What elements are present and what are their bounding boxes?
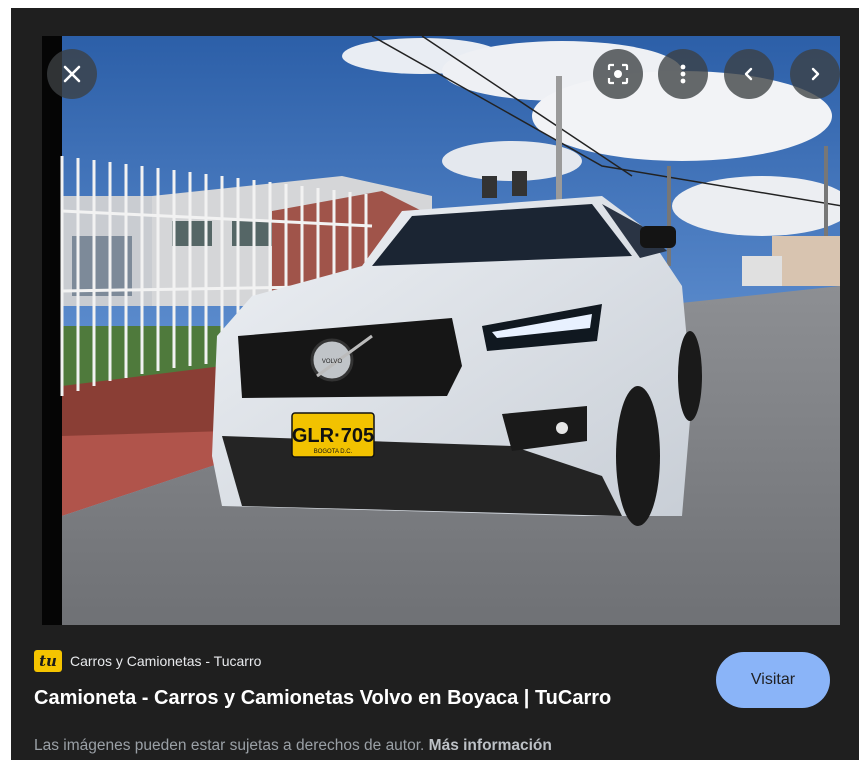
previous-image-button[interactable] xyxy=(724,49,774,99)
more-vert-icon xyxy=(680,64,686,84)
more-options-button[interactable] xyxy=(658,49,708,99)
chevron-left-icon xyxy=(744,67,753,81)
license-plate-city: BOGOTA D.C. xyxy=(314,449,353,455)
close-button[interactable] xyxy=(47,49,97,99)
car-photo: GLR·705 BOGOTA D.C. VOLVO xyxy=(42,36,840,625)
close-icon xyxy=(63,65,81,83)
copyright-text: Las imágenes pueden estar sujetas a dere… xyxy=(34,737,425,754)
license-plate-text: GLR·705 xyxy=(292,425,374,447)
tucarro-favicon: tu xyxy=(34,650,62,672)
lens-search-icon xyxy=(607,63,629,85)
next-image-button[interactable] xyxy=(790,49,840,99)
result-title[interactable]: Camioneta - Carros y Camionetas Volvo en… xyxy=(34,687,611,710)
preview-image[interactable]: GLR·705 BOGOTA D.C. VOLVO xyxy=(42,36,840,625)
volvo-badge: VOLVO xyxy=(322,359,343,365)
more-info-link[interactable]: Más información xyxy=(429,737,552,754)
source-name[interactable]: Carros y Camionetas - Tucarro xyxy=(70,653,261,669)
source-site[interactable]: tu Carros y Camionetas - Tucarro xyxy=(34,650,261,672)
chevron-right-icon xyxy=(811,67,820,81)
lens-search-button[interactable] xyxy=(593,49,643,99)
image-viewer-panel: GLR·705 BOGOTA D.C. VOLVO tu Carros y Ca… xyxy=(11,8,859,760)
visit-button[interactable]: Visitar xyxy=(716,652,830,708)
copyright-notice: Las imágenes pueden estar sujetas a dere… xyxy=(34,737,552,755)
